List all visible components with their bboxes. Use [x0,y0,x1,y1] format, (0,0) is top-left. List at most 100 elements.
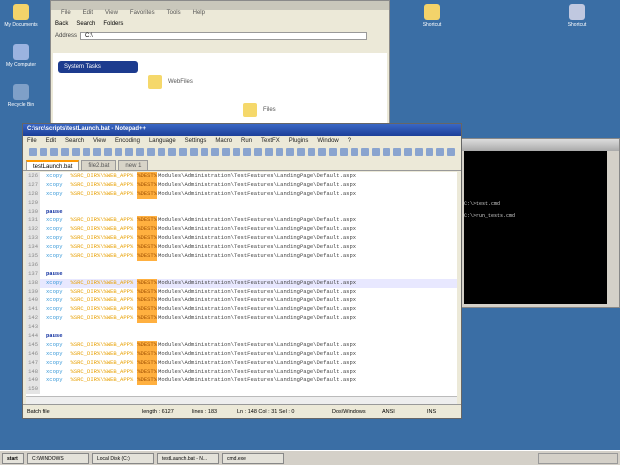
toolbar-button-icon[interactable] [146,148,155,156]
menu-item[interactable]: View [93,138,106,144]
code-line[interactable]: 132 xcopy %SRC_DIR%\%WEB_APP% %DEST% Modules… [26,225,457,235]
toolbar-button-icon[interactable] [339,148,348,156]
code-line[interactable]: 129 [26,198,457,208]
menu-item[interactable]: ? [348,138,351,144]
toolbar-button-icon[interactable] [168,148,177,156]
code-line[interactable]: 131 xcopy %SRC_DIR%\%WEB_APP% %DEST% Modules… [26,216,457,226]
menu-item[interactable]: Macro [215,138,232,144]
toolbar-button-icon[interactable] [39,148,48,156]
desktop-icon[interactable]: My Documents [4,4,38,28]
folder-icon[interactable] [243,103,257,117]
desktop-icon[interactable]: Shortcut [415,4,449,28]
toolbar-button-icon[interactable] [157,148,166,156]
code-line[interactable]: 142 xcopy %SRC_DIR%\%WEB_APP% %DEST% Modules… [26,314,457,324]
taskbar-button[interactable]: testLaunch.bat - N... [157,452,219,464]
toolbar-button-icon[interactable] [243,148,252,156]
search-button[interactable]: Search [76,21,95,27]
toolbar-button-icon[interactable] [61,148,69,156]
code-line[interactable]: 133 xcopy %SRC_DIR%\%WEB_APP% %DEST% Modules… [26,234,457,244]
menu-item[interactable]: Edit [46,138,56,144]
tab-file2[interactable]: file2.bat [81,160,117,170]
taskbar-button[interactable]: cmd.exe [222,452,284,464]
toolbar-button-icon[interactable] [414,148,423,156]
console-titlebar[interactable] [461,139,619,151]
menu-item[interactable]: Settings [185,138,207,144]
toolbar-button-icon[interactable] [307,148,316,156]
toolbar-button-icon[interactable] [404,148,412,156]
toolbar-button-icon[interactable] [361,148,369,156]
toolbar-button-icon[interactable] [447,148,455,156]
system-tray[interactable] [538,452,618,464]
back-button[interactable]: Back [55,21,68,27]
toolbar-button-icon[interactable] [436,148,445,156]
system-tasks-header[interactable]: System Tasks [58,61,138,73]
code-line[interactable]: 130 pause [26,207,457,217]
menu-item[interactable]: Tools [167,10,181,18]
code-line[interactable]: 135 xcopy %SRC_DIR%\%WEB_APP% %DEST% Modules… [26,252,457,261]
toolbar-button-icon[interactable] [329,148,337,156]
window-title[interactable]: C:\src\scripts\testLaunch.bat - Notepad+… [23,124,461,136]
horizontal-scrollbar[interactable] [26,396,457,404]
toolbar-button-icon[interactable] [425,148,434,156]
explorer-titlebar[interactable] [51,1,389,10]
toolbar-button-icon[interactable] [93,148,102,156]
toolbar-button-icon[interactable] [382,148,391,156]
menu-item[interactable]: Plugins [289,138,309,144]
code-line[interactable]: 148 xcopy %SRC_DIR%\%WEB_APP% %DEST% Modules… [26,367,457,377]
toolbar-button-icon[interactable] [318,148,327,156]
code-line[interactable]: 144 pause [26,332,457,341]
toolbar-button-icon[interactable] [350,148,359,156]
taskbar-button[interactable]: Local Disk (C:) [92,452,154,464]
folder-icon[interactable] [148,75,162,89]
toolbar-button-icon[interactable] [136,148,144,156]
code-line[interactable]: 141 xcopy %SRC_DIR%\%WEB_APP% %DEST% Modules… [26,305,457,315]
toolbar-button-icon[interactable] [29,148,37,156]
code-line[interactable]: 134 xcopy %SRC_DIR%\%WEB_APP% %DEST% Modules… [26,243,457,253]
toolbar-button-icon[interactable] [232,148,241,156]
console-window[interactable]: C:\>test.cmd C:\>run_tests.cmd [460,138,620,308]
toolbar-button-icon[interactable] [104,148,112,156]
code-line[interactable]: 139 xcopy %SRC_DIR%\%WEB_APP% %DEST% Modules… [26,287,457,297]
code-line[interactable]: 147 xcopy %SRC_DIR%\%WEB_APP% %DEST% Modules… [26,358,457,368]
toolbar-button-icon[interactable] [372,148,380,156]
code-line[interactable]: 149 xcopy %SRC_DIR%\%WEB_APP% %DEST% Modules… [26,376,457,386]
code-line[interactable]: 146 xcopy %SRC_DIR%\%WEB_APP% %DEST% Modules… [26,349,457,359]
menu-item[interactable]: Search [65,138,84,144]
start-button[interactable]: start [2,452,24,464]
menu-item[interactable]: File [27,138,37,144]
code-line[interactable]: 128 xcopy %SRC_DIR%\%WEB_APP% %DEST% Modules… [26,189,457,199]
code-line[interactable]: 145 xcopy %SRC_DIR%\%WEB_APP% %DEST% Modules… [26,340,457,350]
toolbar-button-icon[interactable] [393,148,402,156]
tab-testlaunch[interactable]: testLaunch.bat [26,160,80,170]
desktop-icon[interactable]: Shortcut [560,4,594,28]
address-bar[interactable]: C:\ [80,32,367,40]
menu-item[interactable]: Encoding [115,138,140,144]
tab-new1[interactable]: new 1 [118,160,149,170]
code-line[interactable]: 136 [26,260,457,270]
toolbar-button-icon[interactable] [264,148,273,156]
menu-item[interactable]: Edit [83,10,93,18]
code-editor[interactable]: 126 xcopy %SRC_DIR%\%WEB_APP% %DEST% Modules… [26,172,457,396]
menu-item[interactable]: View [105,10,118,18]
explorer-window[interactable]: File Edit View Favorites Tools Help Back Searc… [50,0,390,125]
menu-item[interactable]: Window [317,138,338,144]
code-line[interactable]: 143 [26,323,457,333]
code-line[interactable]: 140 xcopy %SRC_DIR%\%WEB_APP% %DEST% Modules… [26,296,457,306]
menu-item[interactable]: Language [149,138,176,144]
toolbar-button-icon[interactable] [296,148,305,156]
desktop-icon[interactable]: Recycle Bin [4,84,38,108]
toolbar-button-icon[interactable] [114,148,123,156]
folders-button[interactable]: Folders [103,21,123,27]
toolbar-button-icon[interactable] [275,148,284,156]
toolbar-button-icon[interactable] [189,148,198,156]
toolbar-button-icon[interactable] [71,148,80,156]
toolbar-button-icon[interactable] [221,148,230,156]
code-line[interactable]: 127 xcopy %SRC_DIR%\%WEB_APP% %DEST% Modules… [26,180,457,190]
desktop-icon[interactable]: My Computer [4,44,38,68]
code-line[interactable]: 138 xcopy %SRC_DIR%\%WEB_APP% %DEST% Modules… [26,278,457,288]
code-line[interactable]: 150 [26,385,457,395]
toolbar-button-icon[interactable] [179,148,187,156]
notepadpp-window[interactable]: C:\src\scripts\testLaunch.bat - Notepad+… [22,123,462,419]
menu-item[interactable]: File [61,10,71,18]
toolbar-button-icon[interactable] [125,148,134,156]
